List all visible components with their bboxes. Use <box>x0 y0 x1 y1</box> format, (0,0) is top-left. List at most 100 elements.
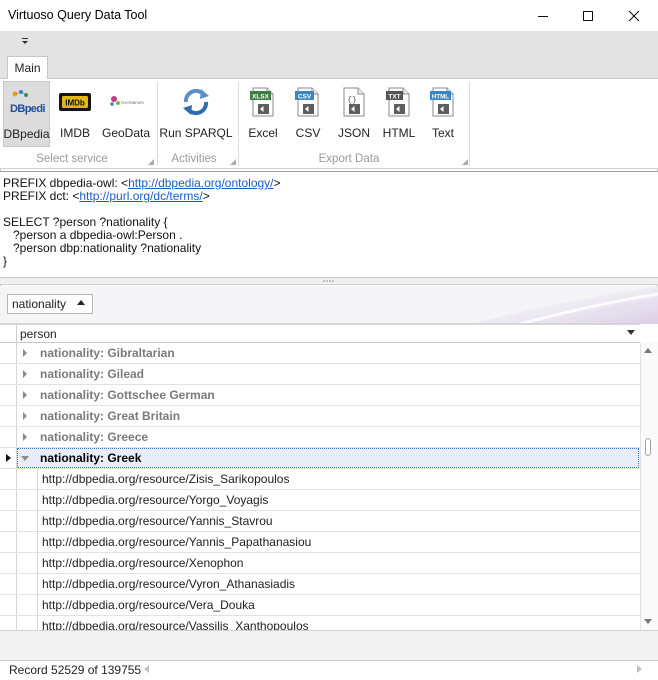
csv-file-icon: CSV <box>295 87 319 117</box>
record-navigator-text: Record 52529 of 139755 <box>9 663 142 677</box>
html-file-icon: HTML <box>430 87 454 117</box>
scrollbar-thumb[interactable] <box>645 438 651 456</box>
csv-badge-text: CSV <box>298 93 312 100</box>
customize-toolbar-icon[interactable] <box>19 36 31 48</box>
person-cell: http://dbpedia.org/resource/Zisis_Sariko… <box>42 472 290 486</box>
txt-badge-text: TXT <box>388 93 400 100</box>
ribbon-group-separator <box>238 82 239 166</box>
scroll-up-icon[interactable] <box>644 348 652 354</box>
group-by-panel <box>0 286 658 324</box>
focused-row-indicator-icon <box>6 454 11 462</box>
json-file-icon: {} <box>343 87 365 117</box>
query-line: SELECT ?person ?nationality { <box>3 215 168 229</box>
group-label-activities: Activities <box>171 153 217 165</box>
group-row-label: nationality: Gottschee German <box>40 388 215 402</box>
sort-ascending-icon <box>77 300 85 305</box>
terms-link[interactable]: http://purl.org/dc/terms/ <box>79 189 202 203</box>
splitter-grip-icon <box>323 280 334 282</box>
geodata-icon: GeoNames <box>110 96 145 106</box>
refresh-icon <box>183 88 209 116</box>
export-text-label: Text <box>431 126 454 140</box>
group-chip-label: nationality <box>12 297 67 311</box>
group-row-label: nationality: Gibraltarian <box>40 346 175 360</box>
imdb-logo-text: IMDb <box>65 99 85 108</box>
geodata-button[interactable]: GeoNames GeoData <box>100 81 152 147</box>
scroll-down-icon[interactable] <box>644 619 652 625</box>
export-csv-button[interactable]: CSV CSV <box>290 81 326 147</box>
ribbon-group-separator <box>469 82 470 166</box>
table-row[interactable]: http://dbpedia.org/resource/Xenophon <box>0 553 640 574</box>
grid-footer <box>0 630 658 660</box>
export-html-label: HTML <box>382 126 416 140</box>
imdb-button-label: IMDB <box>60 126 90 140</box>
person-cell: http://dbpedia.org/resource/Yannis_Papat… <box>42 535 312 549</box>
expand-icon[interactable] <box>22 349 28 357</box>
table-row[interactable]: http://dbpedia.org/resource/Vassilis_Xan… <box>0 616 640 630</box>
dialog-launcher-icon[interactable] <box>462 159 468 165</box>
person-cell: http://dbpedia.org/resource/Vera_Douka <box>42 598 255 612</box>
html-badge-text: HTML <box>432 93 449 100</box>
expand-icon[interactable] <box>22 391 28 399</box>
column-filter-icon[interactable] <box>627 330 635 336</box>
run-sparql-button[interactable]: Run SPARQL <box>159 81 233 147</box>
group-row-label: nationality: Great Britain <box>40 409 181 423</box>
table-row[interactable]: http://dbpedia.org/resource/Yannis_Stavr… <box>0 511 640 532</box>
vertical-scrollbar[interactable] <box>640 343 658 630</box>
group-row[interactable]: nationality: Gottschee German <box>0 385 640 406</box>
expand-icon[interactable] <box>22 412 28 420</box>
minimize-button[interactable] <box>520 0 566 31</box>
export-html-button[interactable]: TXT HTML <box>379 81 419 147</box>
dbpedia-icon: DBpedia <box>10 90 45 115</box>
export-json-button[interactable]: {} JSON <box>335 81 373 147</box>
row-indicator-header <box>0 324 17 343</box>
close-button[interactable] <box>611 0 657 31</box>
group-row-label: nationality: Greek <box>40 451 142 465</box>
group-row[interactable]: nationality: Greece <box>0 427 640 448</box>
dbpedia-logo-text: DBpedia <box>10 103 45 115</box>
dbpedia-button[interactable]: DBpedia DBpedia <box>3 81 50 147</box>
person-cell: http://dbpedia.org/resource/Yorgo_Voyagi… <box>42 493 269 507</box>
query-line: ?person a dbpedia-owl:Person . <box>3 228 183 242</box>
dbpedia-button-label: DBpedia <box>3 127 50 141</box>
minimize-icon <box>538 15 548 17</box>
collapse-icon[interactable] <box>21 456 29 462</box>
query-line: } <box>3 254 8 268</box>
tab-main[interactable]: Main <box>7 56 48 80</box>
group-row-selected[interactable]: nationality: Greek <box>0 448 640 469</box>
person-cell: http://dbpedia.org/resource/Xenophon <box>42 556 244 570</box>
export-text-button[interactable]: HTML Text <box>424 81 462 147</box>
expand-icon[interactable] <box>22 370 28 378</box>
group-row[interactable]: nationality: Gilead <box>0 364 640 385</box>
table-row[interactable]: http://dbpedia.org/resource/Yorgo_Voyagi… <box>0 490 640 511</box>
maximize-button[interactable] <box>565 0 611 31</box>
group-row[interactable]: nationality: Gibraltarian <box>0 343 640 364</box>
scroll-left-icon[interactable] <box>144 665 150 673</box>
table-row[interactable]: http://dbpedia.org/resource/Vyron_Athana… <box>0 574 640 595</box>
ribbon-group-separator <box>157 82 158 166</box>
json-badge-text: {} <box>347 96 357 105</box>
quick-access-toolbar <box>0 31 658 55</box>
dialog-launcher-icon[interactable] <box>230 159 236 165</box>
ribbon-tab-row <box>0 55 658 79</box>
maximize-icon <box>583 10 593 21</box>
ontology-link[interactable]: http://dbpedia.org/ontology/ <box>128 176 273 190</box>
run-sparql-button-label: Run SPARQL <box>159 126 233 140</box>
export-excel-button[interactable]: XLSX Excel <box>244 81 282 147</box>
column-header-label: person <box>20 327 57 341</box>
column-header-person[interactable] <box>0 324 640 343</box>
xlsx-badge-text: XLSX <box>252 93 270 100</box>
person-cell: http://dbpedia.org/resource/Vassilis_Xan… <box>42 619 309 630</box>
group-label-select-service: Select service <box>36 153 108 165</box>
imdb-button[interactable]: IMDb IMDB <box>54 81 96 147</box>
table-row[interactable]: http://dbpedia.org/resource/Yannis_Papat… <box>0 532 640 553</box>
group-row[interactable]: nationality: Great Britain <box>0 406 640 427</box>
scroll-right-icon[interactable] <box>637 665 643 673</box>
dialog-launcher-icon[interactable] <box>148 159 154 165</box>
table-row[interactable]: http://dbpedia.org/resource/Zisis_Sariko… <box>0 469 640 490</box>
panel-decoration <box>473 286 658 323</box>
expand-icon[interactable] <box>22 433 28 441</box>
close-icon <box>628 10 640 21</box>
table-row[interactable]: http://dbpedia.org/resource/Vera_Douka <box>0 595 640 616</box>
person-cell: http://dbpedia.org/resource/Yannis_Stavr… <box>42 514 273 528</box>
query-line: PREFIX dct: <http://purl.org/dc/terms/> <box>3 189 210 203</box>
